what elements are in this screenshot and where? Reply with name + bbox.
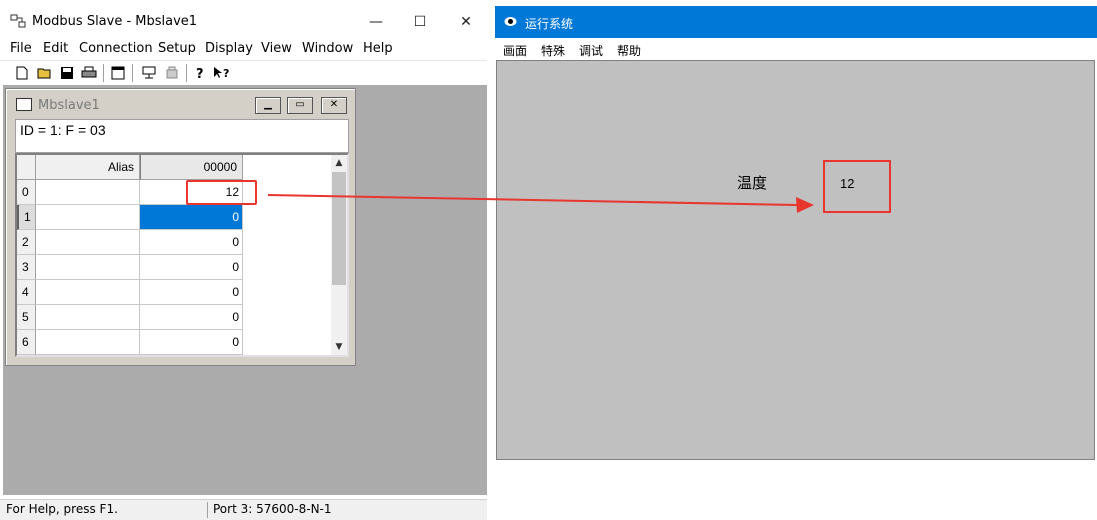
modbus-titlebar: Modbus Slave - Mbslave1 — ☐ ✕ <box>0 0 491 38</box>
alias-cell-6[interactable] <box>36 330 140 355</box>
modbus-toolbar: ? ? <box>0 60 491 85</box>
child-window-title: Mbslave1 <box>38 98 100 113</box>
window-icon[interactable] <box>108 63 128 83</box>
alias-cell-3[interactable] <box>36 255 140 280</box>
context-help-icon[interactable]: ? <box>212 63 232 83</box>
register-value-cell-4[interactable]: 0 <box>140 280 243 305</box>
row-header-2[interactable]: 2 <box>17 230 36 255</box>
runtime-menubar: 画面 特殊 调试 帮助 <box>495 38 1097 60</box>
scroll-up-arrow-icon[interactable]: ▲ <box>331 155 347 171</box>
toolbar-separator <box>132 64 133 82</box>
register-value-cell-5[interactable]: 0 <box>140 305 243 330</box>
child-minimize-button[interactable]: ▁ <box>255 97 281 114</box>
alias-cell-5[interactable] <box>36 305 140 330</box>
modbus-slave-window: Modbus Slave - Mbslave1 — ☐ ✕ File Edit … <box>0 0 491 520</box>
register-value-cell-1[interactable]: 0 <box>140 205 243 230</box>
open-icon[interactable] <box>35 63 55 83</box>
modbus-menubar: File Edit Connection Setup Display View … <box>0 38 491 60</box>
disconnect-icon[interactable] <box>162 63 182 83</box>
menu-view[interactable]: View <box>261 41 292 56</box>
runtime-titlebar: 运行系统 <box>495 6 1097 38</box>
scroll-down-arrow-icon[interactable]: ▼ <box>331 339 347 355</box>
modbus-status-bar: For Help, press F1. Port 3: 57600-8-N-1 <box>0 499 491 520</box>
modbus-app-icon <box>10 14 26 28</box>
runtime-window: 运行系统 画面 特殊 调试 帮助 温度 12 <box>495 6 1097 520</box>
menu-setup[interactable]: Setup <box>158 41 196 56</box>
save-icon[interactable] <box>57 63 77 83</box>
register-value-cell-6[interactable]: 0 <box>140 330 243 355</box>
register-grid: Alias 00000 0 12 1 0 2 0 3 0 4 0 5 0 6 0 <box>15 153 349 357</box>
register-value-cell-2[interactable]: 0 <box>140 230 243 255</box>
menu-file[interactable]: File <box>10 41 32 56</box>
row-header-4[interactable]: 4 <box>17 280 36 305</box>
menu-debug[interactable]: 调试 <box>579 42 603 59</box>
child-restore-button[interactable]: ▭ <box>287 97 313 114</box>
register-value-cell-3[interactable]: 0 <box>140 255 243 280</box>
temperature-display-box: 12 <box>823 160 891 213</box>
new-icon[interactable] <box>12 63 32 83</box>
grid-corner <box>17 155 36 180</box>
alias-cell-4[interactable] <box>36 280 140 305</box>
child-close-button[interactable]: ✕ <box>321 97 347 114</box>
minimize-button[interactable]: — <box>353 8 399 36</box>
toolbar-separator <box>186 64 187 82</box>
status-port-text: Port 3: 57600-8-N-1 <box>213 502 332 516</box>
register-highlight-box <box>186 180 257 205</box>
modbus-window-title: Modbus Slave - Mbslave1 <box>32 14 198 29</box>
row-header-5[interactable]: 5 <box>17 305 36 330</box>
scroll-thumb[interactable] <box>332 172 346 285</box>
close-button[interactable]: ✕ <box>443 8 489 36</box>
svg-text:?: ? <box>196 67 204 80</box>
row-header-1[interactable]: 1 <box>17 205 36 230</box>
runtime-window-title: 运行系统 <box>525 17 574 31</box>
alias-cell-0[interactable] <box>36 180 140 205</box>
alias-cell-2[interactable] <box>36 230 140 255</box>
status-separator <box>207 502 208 518</box>
row-header-0[interactable]: 0 <box>17 180 36 205</box>
maximize-button[interactable]: ☐ <box>397 8 443 36</box>
slave-info-panel: ID = 1: F = 03 <box>15 119 349 153</box>
child-titlebar: Mbslave1 ▁ ▭ ✕ <box>8 91 353 117</box>
slave-id-function: ID = 1: F = 03 <box>20 122 106 138</box>
runtime-screen: 温度 12 <box>496 60 1095 460</box>
temperature-label: 温度 <box>737 174 768 192</box>
alias-cell-1[interactable] <box>36 205 140 230</box>
toolbar-separator <box>103 64 104 82</box>
menu-edit[interactable]: Edit <box>43 41 68 56</box>
menu-connection[interactable]: Connection <box>79 41 153 56</box>
print-icon[interactable] <box>79 63 99 83</box>
status-help-text: For Help, press F1. <box>6 502 118 516</box>
svg-text:?: ? <box>223 67 229 80</box>
help-icon[interactable]: ? <box>190 63 210 83</box>
row-header-6[interactable]: 6 <box>17 330 36 355</box>
connect-icon[interactable] <box>139 63 159 83</box>
temperature-value: 12 <box>840 176 855 191</box>
runtime-app-icon <box>504 17 517 26</box>
menu-screen[interactable]: 画面 <box>503 42 527 59</box>
menu-display[interactable]: Display <box>205 41 253 56</box>
menu-runtime-help[interactable]: 帮助 <box>617 42 641 59</box>
column-header-register[interactable]: 00000 <box>140 155 243 180</box>
mbslave1-child-window: Mbslave1 ▁ ▭ ✕ ID = 1: F = 03 Alias 0000… <box>5 88 356 366</box>
child-window-icon <box>16 98 32 111</box>
row-header-3[interactable]: 3 <box>17 255 36 280</box>
column-header-alias[interactable]: Alias <box>36 155 140 180</box>
grid-vertical-scrollbar[interactable]: ▲ ▼ <box>331 155 347 355</box>
menu-window[interactable]: Window <box>302 41 353 56</box>
menu-help[interactable]: Help <box>363 41 393 56</box>
menu-special[interactable]: 特殊 <box>541 42 565 59</box>
